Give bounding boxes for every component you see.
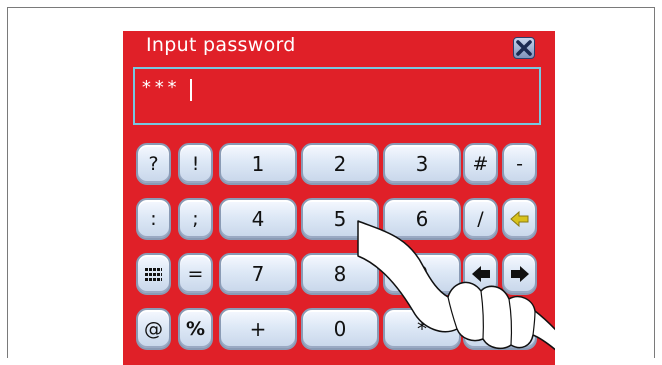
key-at[interactable]: @ — [136, 308, 171, 350]
backspace-arrow-icon — [509, 210, 528, 228]
key-plus[interactable]: + — [219, 308, 297, 350]
key-0[interactable]: 0 — [301, 308, 379, 350]
key-question[interactable]: ? — [136, 143, 171, 185]
password-value: *** — [141, 77, 180, 98]
confirm-button[interactable] — [463, 308, 537, 350]
checkmark-icon — [489, 320, 511, 338]
keyboard-toggle-button[interactable] — [136, 253, 171, 295]
text-caret — [190, 79, 192, 101]
key-1[interactable]: 1 — [219, 143, 297, 185]
password-dialog: Input password *** ? ! 1 2 3 # - : ; 4 5… — [123, 31, 555, 365]
key-2[interactable]: 2 — [301, 143, 379, 185]
key-percent[interactable]: % — [178, 308, 213, 350]
key-slash[interactable]: / — [463, 198, 498, 240]
arrow-left-icon — [471, 266, 490, 282]
key-hash[interactable]: # — [463, 143, 498, 185]
keyboard-icon — [145, 267, 162, 281]
key-exclaim[interactable]: ! — [178, 143, 213, 185]
close-x-icon — [516, 40, 532, 56]
key-3[interactable]: 3 — [383, 143, 461, 185]
cursor-right-button[interactable] — [502, 253, 537, 295]
arrow-right-icon — [510, 266, 529, 282]
key-colon[interactable]: : — [136, 198, 171, 240]
backspace-button[interactable] — [502, 198, 537, 240]
key-dash[interactable]: - — [502, 143, 537, 185]
cursor-left-button[interactable] — [463, 253, 498, 295]
key-equals[interactable]: = — [178, 253, 213, 295]
key-9[interactable]: 9 — [383, 253, 461, 295]
password-input[interactable]: *** — [133, 67, 541, 125]
close-button[interactable] — [513, 37, 535, 59]
key-4[interactable]: 4 — [219, 198, 297, 240]
key-asterisk[interactable]: * — [383, 308, 461, 350]
key-7[interactable]: 7 — [219, 253, 297, 295]
key-6[interactable]: 6 — [383, 198, 461, 240]
key-8[interactable]: 8 — [301, 253, 379, 295]
dialog-title: Input password — [146, 34, 296, 56]
key-5[interactable]: 5 — [301, 198, 379, 240]
key-semicolon[interactable]: ; — [178, 198, 213, 240]
